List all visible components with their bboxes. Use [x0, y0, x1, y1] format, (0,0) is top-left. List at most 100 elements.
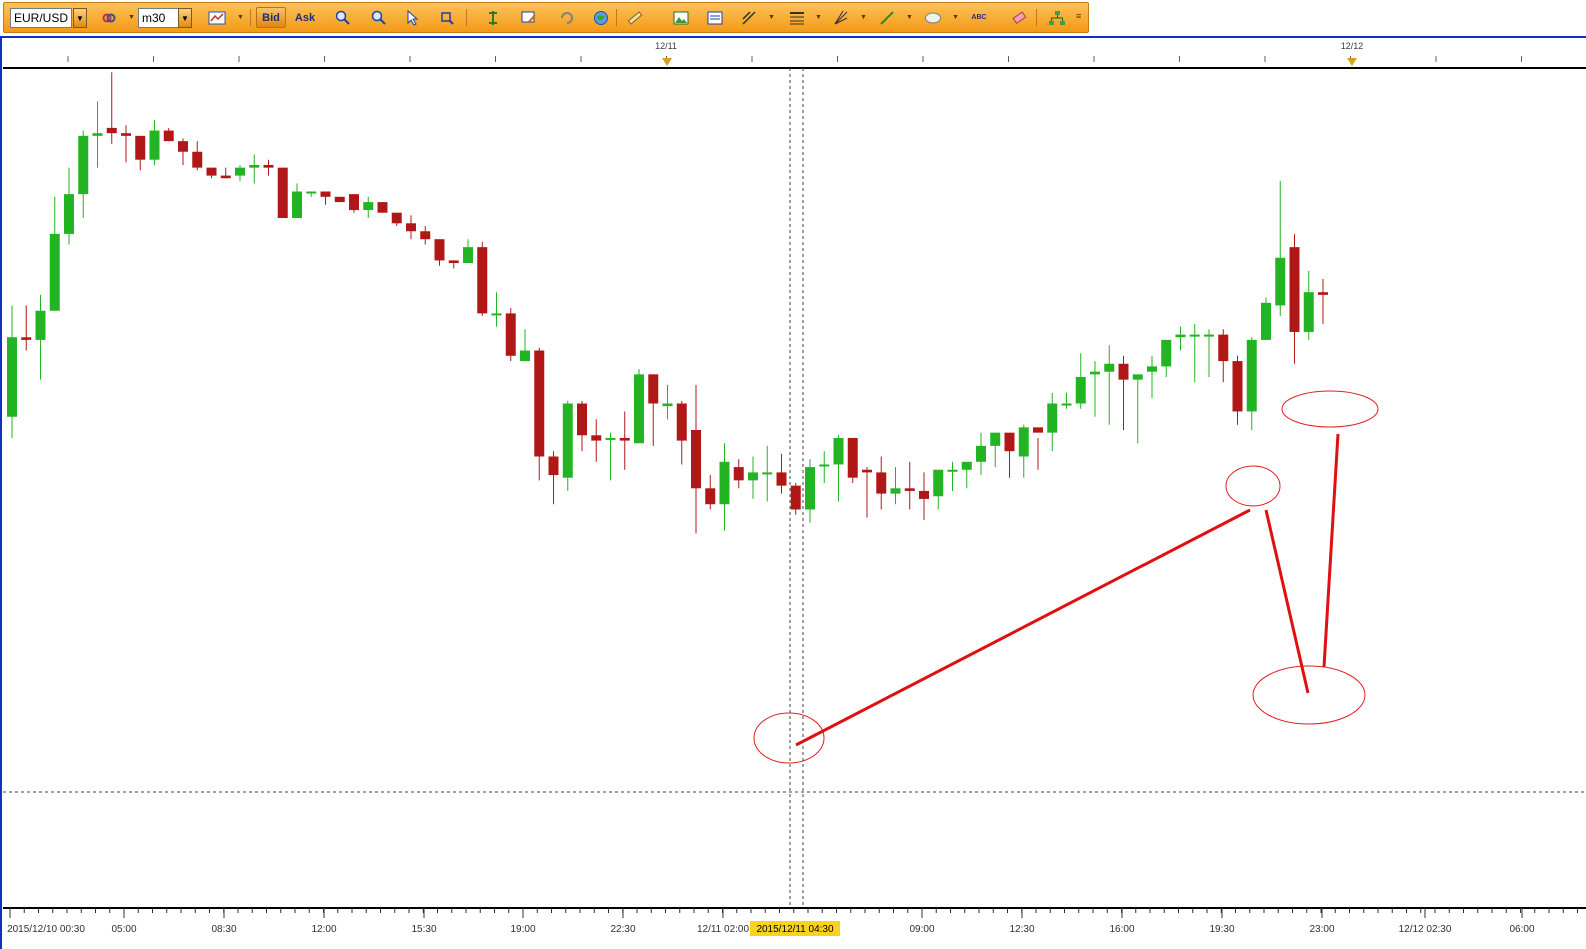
pitchfork-dropdown-icon[interactable]: ▼	[860, 14, 867, 21]
candle-body	[149, 130, 160, 160]
candle-body	[434, 239, 445, 261]
crosshair-icon[interactable]	[436, 7, 458, 28]
candle-body	[1047, 403, 1058, 433]
candle-body	[334, 196, 345, 203]
bearish-candle[interactable]	[377, 202, 388, 213]
candle-body	[292, 191, 302, 218]
time-axis-label: 12:00	[311, 924, 336, 935]
bearish-candle[interactable]	[847, 437, 858, 483]
time-axis-label: 16:00	[1109, 924, 1134, 935]
zoom-in-icon[interactable]	[332, 7, 354, 28]
time-axis-label: 22:30	[610, 924, 635, 935]
candle-body	[1175, 334, 1186, 338]
candle-body	[691, 430, 701, 489]
toolbar-overflow-icon[interactable]: ≡	[1076, 11, 1081, 21]
candle-body	[491, 313, 502, 316]
template-icon[interactable]	[704, 7, 726, 28]
period-separator-icon[interactable]	[482, 7, 504, 28]
bearish-candle[interactable]	[349, 194, 359, 213]
symbol-select[interactable]: EUR/USD	[10, 8, 72, 28]
fibonacci-dropdown-icon[interactable]: ▼	[815, 14, 822, 21]
bullish-candle[interactable]	[562, 400, 573, 491]
ruler-icon[interactable]	[624, 7, 646, 28]
fibonacci-icon[interactable]	[786, 7, 808, 28]
timeframe-select[interactable]: m30	[138, 8, 180, 28]
candlestick-chart[interactable]: 12/11 12/12 2015/12/10 00:30 05:00 08:30 12…	[0, 36, 1586, 949]
candle-body	[548, 456, 559, 476]
candle-body	[705, 488, 716, 505]
candle-body	[748, 472, 758, 481]
candle-body	[206, 167, 217, 176]
candle-body	[1204, 334, 1214, 337]
time-axis-label: 2015/12/10 00:30	[7, 924, 85, 935]
candle-body	[349, 194, 359, 211]
candle-body	[1033, 427, 1043, 433]
bullish-candle[interactable]	[1261, 297, 1271, 340]
bearish-candle[interactable]	[277, 167, 288, 218]
candle-body	[7, 337, 17, 417]
line-tool-dropdown-icon[interactable]: ▼	[906, 14, 913, 21]
candle-body	[64, 194, 74, 234]
candle-body	[448, 260, 459, 264]
time-axis-label: 19:30	[1209, 924, 1234, 935]
ellipse-dropdown-icon[interactable]: ▼	[952, 14, 959, 21]
screenshot-icon[interactable]	[670, 7, 692, 28]
link-icon[interactable]	[98, 7, 120, 28]
comment-icon[interactable]	[518, 7, 540, 28]
trendline-dropdown-icon[interactable]: ▼	[768, 14, 775, 21]
candle-body	[562, 403, 573, 478]
candle-body	[235, 167, 245, 176]
bid-button[interactable]: Bid	[256, 7, 286, 28]
ask-label: Ask	[294, 11, 316, 24]
link-dropdown-icon[interactable]: ▼	[128, 14, 135, 21]
trendline-icon[interactable]	[738, 7, 760, 28]
candle-body	[135, 135, 146, 160]
toolbar-separator	[250, 9, 251, 26]
bearish-candle[interactable]	[505, 308, 516, 362]
candle-body	[833, 437, 844, 465]
candle-body	[192, 151, 203, 168]
candle-body	[406, 223, 416, 232]
line-tool-icon[interactable]	[876, 7, 898, 28]
top-date-label: 12/12	[1341, 41, 1364, 51]
candle-body	[790, 485, 801, 510]
candle-body	[106, 127, 117, 134]
abc-label: ABC	[971, 14, 987, 21]
time-axis-label: 09:00	[909, 924, 934, 935]
chart-type-icon[interactable]	[206, 7, 228, 28]
candle-body	[121, 133, 131, 136]
cursor-icon[interactable]	[402, 7, 424, 28]
candle-body	[904, 488, 915, 491]
candle-body	[961, 461, 972, 470]
refresh-icon[interactable]	[556, 7, 578, 28]
eraser-icon[interactable]	[1008, 7, 1030, 28]
zoom-out-icon[interactable]	[368, 7, 390, 28]
andrews-pitchfork-icon[interactable]	[830, 7, 852, 28]
candle-body	[862, 469, 872, 473]
bullish-candle[interactable]	[634, 369, 644, 444]
candle-body	[733, 467, 744, 481]
candle-body	[1189, 334, 1200, 337]
ask-button[interactable]: Ask	[290, 7, 320, 28]
ellipse-icon[interactable]	[922, 7, 944, 28]
symbol-dropdown-button[interactable]: ▼	[73, 8, 87, 28]
time-axis-label: 05:00	[111, 924, 136, 935]
globe-icon[interactable]	[590, 7, 612, 28]
chart-type-dropdown-icon[interactable]: ▼	[237, 14, 244, 21]
candle-body	[719, 461, 730, 505]
timeframe-dropdown-button[interactable]: ▼	[178, 8, 192, 28]
time-axis-label: 12:30	[1009, 924, 1034, 935]
candle-body	[990, 432, 1001, 446]
bearish-candle[interactable]	[334, 196, 345, 203]
candle-body	[1104, 363, 1115, 372]
bearish-candle[interactable]	[477, 241, 488, 317]
time-axis-label: 08:30	[211, 924, 236, 935]
time-axis-label: 12/11 02:00	[697, 924, 750, 935]
candle-body	[377, 202, 388, 213]
candle-body	[1004, 432, 1015, 452]
candle-body	[220, 175, 231, 179]
candle-body	[591, 435, 602, 441]
text-tool-icon[interactable]: ABC	[968, 7, 990, 28]
candle-body	[919, 490, 929, 499]
hierarchy-icon[interactable]	[1046, 7, 1068, 28]
